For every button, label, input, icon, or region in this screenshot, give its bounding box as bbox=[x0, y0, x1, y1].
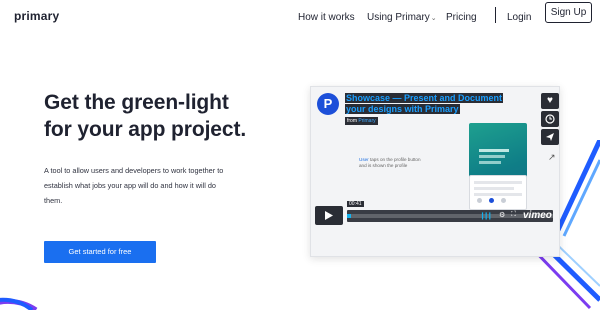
signup-button[interactable]: Sign Up bbox=[545, 2, 592, 23]
slide-caption: User taps on the profile button and is s… bbox=[359, 157, 421, 169]
video-title-line-1: Showcase — Present and Document bbox=[345, 93, 504, 103]
nav-using-primary-label: Using Primary bbox=[367, 12, 430, 23]
play-icon bbox=[325, 211, 333, 220]
decorative-arc-bottom-left bbox=[0, 297, 38, 310]
hero-description: A tool to allow users and developers to … bbox=[44, 163, 279, 208]
phone-card-preview bbox=[469, 175, 527, 210]
get-started-button[interactable]: Get started for free bbox=[44, 241, 156, 263]
video-progress-bar[interactable]: ▎▎▎ ⚙ ⛶ vimeo bbox=[347, 210, 553, 222]
vimeo-logo[interactable]: vimeo bbox=[523, 210, 552, 221]
like-button[interactable]: ♥ bbox=[541, 93, 559, 109]
progress-fill bbox=[347, 214, 352, 218]
slide-caption-text: taps on the profile button bbox=[368, 157, 421, 162]
logo[interactable]: primary bbox=[14, 9, 59, 23]
hero-description-line-1: A tool to allow users and developers to … bbox=[44, 166, 224, 175]
video-byline[interactable]: from Primary bbox=[345, 117, 378, 125]
nav-how-it-works[interactable]: How it works bbox=[298, 8, 355, 28]
slide-dot[interactable] bbox=[477, 198, 482, 203]
login-link[interactable]: Login bbox=[507, 8, 531, 28]
page-title: Get the green-light for your app project… bbox=[44, 89, 304, 143]
video-channel-logo[interactable]: P bbox=[317, 93, 339, 115]
nav-divider bbox=[495, 7, 496, 23]
clock-icon bbox=[545, 114, 555, 124]
headline-line-1: Get the green-light bbox=[44, 91, 229, 114]
phone-screen-lines bbox=[479, 149, 515, 167]
pointer-cursor-icon: ↗ bbox=[548, 152, 556, 162]
slide-caption-highlight: User bbox=[359, 157, 369, 162]
watch-later-button[interactable] bbox=[541, 111, 559, 127]
video-byline-author: Primary bbox=[358, 118, 376, 124]
video-byline-from: from bbox=[347, 118, 357, 124]
slide-dot-active[interactable] bbox=[489, 198, 494, 203]
video-title-line-2: your designs with Primary bbox=[345, 104, 460, 114]
slide-caption-subtext: and is shown the profile bbox=[359, 163, 408, 168]
video-title[interactable]: Showcase — Present and Document your des… bbox=[345, 93, 525, 115]
hero-description-line-3: them. bbox=[44, 196, 63, 205]
video-timestamp: 00:41 bbox=[347, 201, 364, 207]
nav-using-primary[interactable]: Using Primary⌄ bbox=[367, 8, 437, 29]
play-button[interactable] bbox=[315, 206, 343, 225]
video-player[interactable]: User taps on the profile button and is s… bbox=[310, 86, 560, 257]
fullscreen-icon[interactable]: ⛶ bbox=[511, 211, 516, 219]
nav-pricing[interactable]: Pricing bbox=[446, 8, 477, 28]
send-icon bbox=[546, 133, 554, 141]
chevron-down-icon: ⌄ bbox=[430, 15, 437, 22]
volume-icon[interactable]: ▎▎▎ bbox=[482, 213, 494, 220]
settings-icon[interactable]: ⚙ bbox=[499, 211, 505, 219]
slide-dot[interactable] bbox=[501, 198, 506, 203]
headline-line-2: for your app project. bbox=[44, 118, 247, 141]
heart-icon: ♥ bbox=[547, 95, 553, 106]
video-controls: 00:41 ▎▎▎ ⚙ ⛶ vimeo bbox=[311, 201, 559, 228]
hero-description-line-2: establish what jobs your app will do and… bbox=[44, 181, 216, 190]
share-button[interactable] bbox=[541, 129, 559, 145]
